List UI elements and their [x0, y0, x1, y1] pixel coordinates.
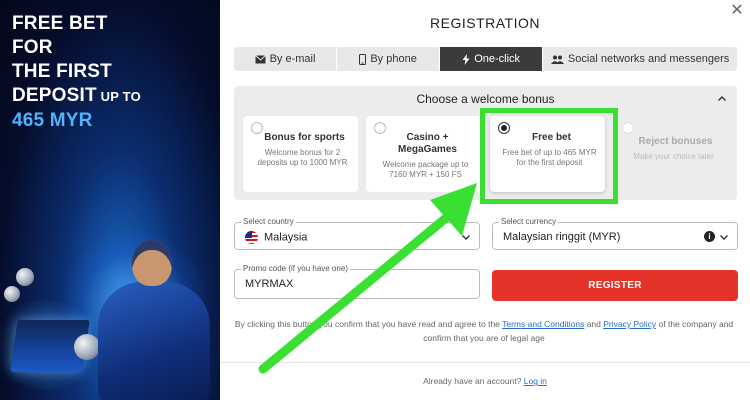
terms-text: By clicking this button you confirm that… [224, 317, 744, 345]
promo-line: DEPOSIT UP TO [12, 84, 141, 109]
tab-by-phone[interactable]: By phone [337, 47, 441, 71]
chevron-down-icon[interactable] [461, 232, 471, 242]
promo-line: THE FIRST [12, 61, 112, 82]
promo-banner: FREE BET FOR THE FIRST DEPOSIT UP TO 465… [0, 0, 220, 400]
login-link[interactable]: Log in [524, 376, 547, 386]
bonus-option-sports[interactable]: Bonus for sports Welcome bonus for 2 dep… [243, 116, 358, 192]
info-icon[interactable]: i [704, 231, 715, 242]
field-label: Select currency [499, 217, 559, 227]
banner-ball [4, 286, 20, 302]
bonus-option-reject[interactable]: Reject bonuses Make your choice later [614, 116, 729, 192]
bonus-option-desc: Make your choice later [633, 152, 714, 161]
currency-value: Malaysian ringgit (MYR) [503, 231, 621, 243]
login-question: Already have an account? [423, 376, 524, 386]
highlight-frame [480, 108, 618, 204]
banner-ball [74, 334, 100, 360]
banner-player-head [132, 240, 172, 286]
page-title: REGISTRATION [430, 15, 540, 31]
envelope-icon [254, 54, 266, 63]
promo-line-small: UP TO [96, 89, 141, 104]
promo-code-input[interactable]: Promo code (if you have one) MYRMAX [234, 264, 480, 299]
field-label: Select country [241, 217, 296, 227]
malaysia-flag-icon [245, 231, 258, 244]
tab-label: One-click [474, 53, 521, 65]
country-value: Malaysia [245, 231, 307, 244]
banner-ball [16, 268, 34, 286]
currency-select[interactable]: Select currency Malaysian ringgit (MYR) … [492, 217, 738, 250]
promo-code-value: MYRMAX [245, 278, 294, 290]
promo-amount: 465 MYR [12, 110, 93, 131]
privacy-policy-link[interactable]: Privacy Policy [603, 319, 656, 329]
tab-label: By phone [370, 53, 417, 65]
banner-player-graphic [98, 282, 210, 400]
tab-label: By e-mail [269, 53, 316, 65]
phone-icon [359, 53, 367, 65]
tab-one-click[interactable]: One-click [440, 47, 544, 71]
promo-line: FREE BET [12, 13, 108, 34]
tab-label: Social networks and messengers [567, 53, 730, 65]
chevron-down-icon[interactable] [719, 232, 729, 242]
promo-line-text: DEPOSIT [12, 85, 97, 106]
login-prompt: Already have an account? Log in [220, 376, 750, 386]
tab-by-email[interactable]: By e-mail [234, 47, 338, 71]
chevron-up-icon[interactable] [717, 94, 727, 104]
tab-social-networks[interactable]: Social networks and messengers [543, 47, 737, 71]
terms-prefix: By clicking this button you confirm that… [234, 319, 503, 329]
radio-button[interactable] [374, 122, 386, 134]
country-value-text: Malaysia [264, 231, 308, 244]
bonus-heading: Choose a welcome bonus [416, 92, 555, 106]
bonus-option-desc: Welcome package up to 7160 MYR + 150 FS [382, 160, 469, 179]
terms-link[interactable]: Terms and Conditions [502, 319, 584, 329]
terms-and: and [584, 319, 604, 329]
bonus-option-casino[interactable]: Casino + MegaGames Welcome package up to… [366, 116, 481, 192]
bonus-option-desc: Welcome bonus for 2 deposits up to 1000 … [257, 148, 348, 167]
country-select[interactable]: Select country Malaysia [234, 217, 480, 250]
field-label: Promo code (if you have one) [241, 264, 350, 274]
people-icon [550, 55, 564, 64]
promo-line: FOR [12, 37, 53, 58]
radio-button[interactable] [622, 122, 634, 134]
registration-tabs: By e-mail By phone One-click Social netw… [234, 47, 737, 71]
divider [220, 362, 750, 363]
radio-button[interactable] [251, 122, 263, 134]
register-button[interactable]: REGISTER [492, 270, 738, 301]
lightning-icon [462, 53, 470, 65]
promo-headline: FREE BET FOR THE FIRST DEPOSIT UP TO 465… [12, 12, 141, 133]
